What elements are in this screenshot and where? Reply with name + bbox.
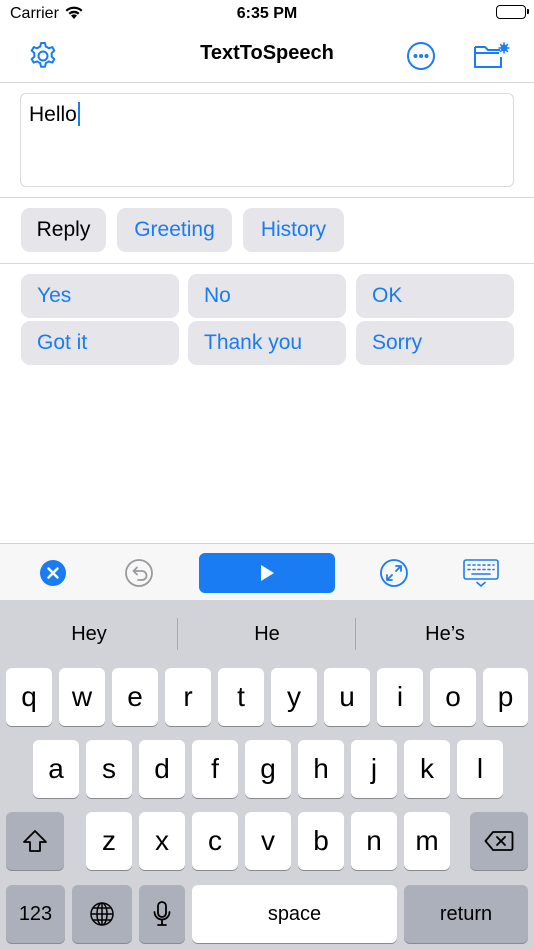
key-w[interactable]: w: [59, 668, 105, 726]
key-v[interactable]: v: [245, 812, 291, 870]
key-r[interactable]: r: [165, 668, 211, 726]
divider: [0, 197, 534, 198]
tab-history[interactable]: History: [243, 208, 344, 252]
key-i[interactable]: i: [377, 668, 423, 726]
return-key[interactable]: return: [404, 885, 528, 943]
speech-toolbar: [0, 543, 534, 600]
backspace-icon: [484, 831, 514, 851]
numbers-key[interactable]: 123: [6, 885, 65, 943]
key-f[interactable]: f: [192, 740, 238, 798]
key-k[interactable]: k: [404, 740, 450, 798]
phrase-button-got-it[interactable]: Got it: [21, 321, 179, 365]
key-m[interactable]: m: [404, 812, 450, 870]
space-key[interactable]: space: [192, 885, 397, 943]
key-y[interactable]: y: [271, 668, 317, 726]
key-n[interactable]: n: [351, 812, 397, 870]
phrase-button-thank-you[interactable]: Thank you: [188, 321, 346, 365]
status-time: 6:35 PM: [236, 5, 298, 22]
key-o[interactable]: o: [430, 668, 476, 726]
battery-icon: [496, 5, 529, 19]
suggestion-3[interactable]: He’s: [356, 618, 534, 650]
suggestion-1[interactable]: Hey: [0, 618, 178, 650]
key-z[interactable]: z: [86, 812, 132, 870]
phrase-button-yes[interactable]: Yes: [21, 274, 179, 318]
key-c[interactable]: c: [192, 812, 238, 870]
undo-icon[interactable]: [119, 553, 159, 593]
key-j[interactable]: j: [351, 740, 397, 798]
folder-settings-icon[interactable]: [470, 38, 514, 74]
clear-icon[interactable]: [33, 553, 73, 593]
key-b[interactable]: b: [298, 812, 344, 870]
status-bar: Carrier 6:35 PM: [0, 0, 534, 28]
key-d[interactable]: d: [139, 740, 185, 798]
speech-text-value: Hello: [29, 103, 77, 126]
text-caret: [77, 102, 80, 126]
key-e[interactable]: e: [112, 668, 158, 726]
expand-icon[interactable]: [374, 553, 414, 593]
key-q[interactable]: q: [6, 668, 52, 726]
key-s[interactable]: s: [86, 740, 132, 798]
more-options-icon[interactable]: [403, 38, 439, 74]
page-title: TextToSpeech: [200, 42, 334, 64]
phrase-button-sorry[interactable]: Sorry: [356, 321, 514, 365]
key-u[interactable]: u: [324, 668, 370, 726]
keyboard-hide-icon[interactable]: [460, 553, 502, 593]
key-l[interactable]: l: [457, 740, 503, 798]
play-button[interactable]: [199, 553, 335, 593]
speech-text-input[interactable]: Hello: [20, 93, 514, 187]
phrase-button-no[interactable]: No: [188, 274, 346, 318]
on-screen-keyboard: Hey He He’s q w e r t y u i o p a s d f …: [0, 600, 534, 950]
phrase-button-ok[interactable]: OK: [356, 274, 514, 318]
shift-key[interactable]: [6, 812, 64, 870]
key-t[interactable]: t: [218, 668, 264, 726]
key-p[interactable]: p: [483, 668, 528, 726]
globe-key[interactable]: [72, 885, 132, 943]
microphone-icon: [153, 901, 171, 926]
nav-bar: TextToSpeech: [0, 28, 534, 83]
key-a[interactable]: a: [33, 740, 79, 798]
dictation-key[interactable]: [139, 885, 185, 943]
tab-reply[interactable]: Reply: [21, 208, 106, 252]
play-icon: [261, 565, 274, 581]
key-h[interactable]: h: [298, 740, 344, 798]
delete-key[interactable]: [470, 812, 528, 870]
globe-icon: [90, 902, 114, 926]
suggestion-2[interactable]: He: [178, 618, 356, 650]
tab-greeting[interactable]: Greeting: [117, 208, 232, 252]
shift-arrow-icon: [23, 830, 47, 852]
divider: [0, 263, 534, 264]
key-x[interactable]: x: [139, 812, 185, 870]
key-g[interactable]: g: [245, 740, 291, 798]
